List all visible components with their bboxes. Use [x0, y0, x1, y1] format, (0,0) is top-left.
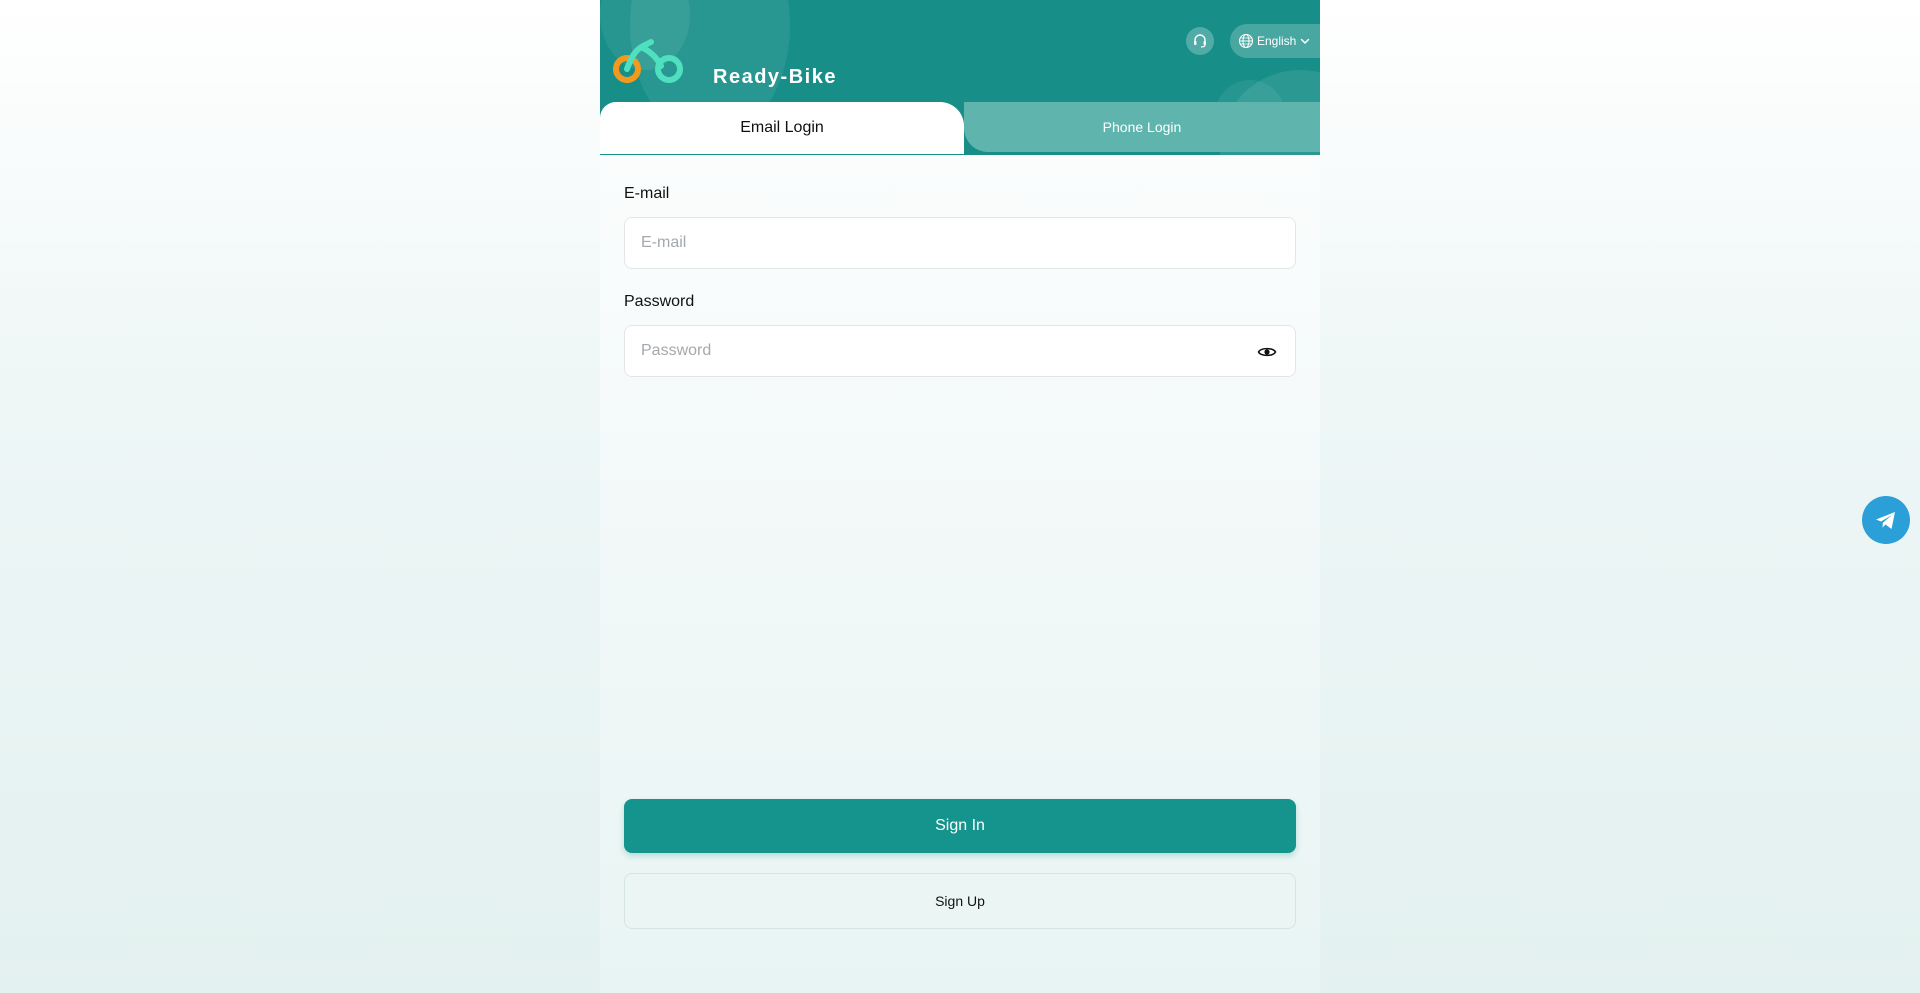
headset-icon: [1194, 34, 1206, 48]
eye-icon[interactable]: [1257, 342, 1277, 362]
email-input[interactable]: [625, 218, 1295, 268]
chevron-down-icon: [1301, 38, 1310, 44]
password-label: Password: [624, 293, 695, 310]
login-form: E-mail Password: [624, 185, 1296, 377]
language-selected: English: [1257, 34, 1297, 48]
email-field-wrapper: [624, 217, 1296, 269]
login-tabs: Phone Login Email Login: [600, 102, 1320, 154]
globe-icon: [1238, 33, 1254, 49]
sign-up-button[interactable]: Sign Up: [624, 873, 1296, 929]
telegram-button[interactable]: [1862, 496, 1910, 544]
header: Ready-Bike English Phone Login Email Log…: [600, 0, 1320, 155]
tab-phone-login[interactable]: Phone Login: [964, 102, 1320, 152]
customer-support-button[interactable]: [1186, 27, 1214, 55]
language-selector[interactable]: English: [1230, 24, 1320, 58]
password-input[interactable]: [625, 326, 1295, 376]
telegram-icon: [1876, 512, 1895, 529]
sign-in-button[interactable]: Sign In: [624, 799, 1296, 853]
password-field-wrapper: [624, 325, 1296, 377]
bike-logo-icon: [613, 39, 683, 83]
brand-name: Ready-Bike: [713, 66, 837, 88]
tab-email-login[interactable]: Email Login: [600, 102, 964, 154]
email-label: E-mail: [624, 185, 670, 202]
login-page: Ready-Bike English Phone Login Email Log…: [600, 0, 1320, 993]
